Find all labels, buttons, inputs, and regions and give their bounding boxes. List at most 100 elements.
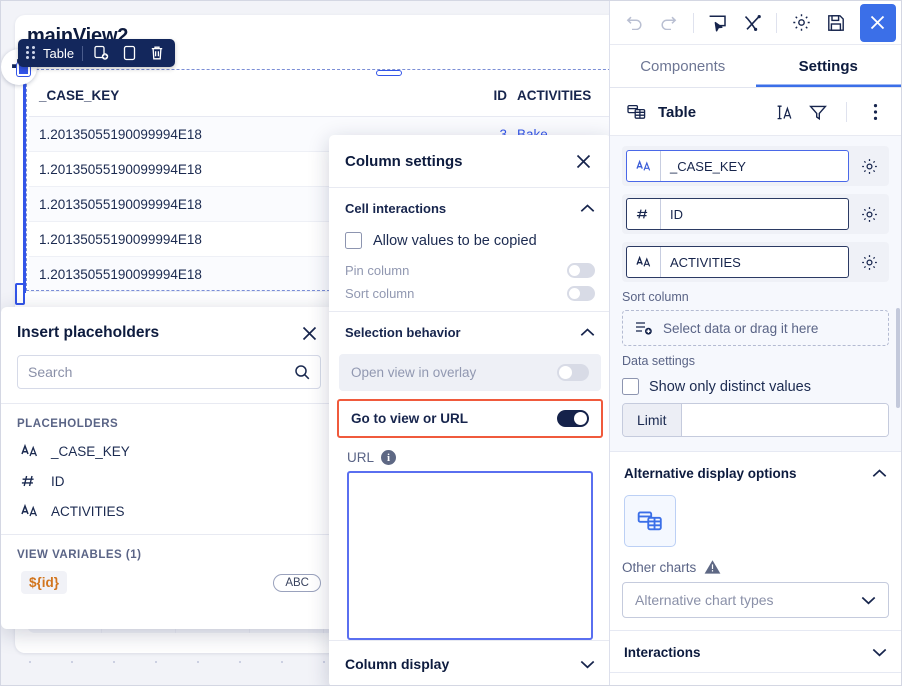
chart-type-table-tile[interactable] — [624, 495, 676, 547]
info-icon[interactable]: i — [381, 450, 397, 466]
close-icon[interactable] — [297, 321, 321, 345]
url-label-row: URL i — [329, 438, 611, 471]
column-display-section-header[interactable]: Column display — [329, 640, 611, 685]
cell-interactions-label: Cell interactions — [345, 201, 447, 216]
drag-handle-icon[interactable] — [26, 46, 35, 60]
open-view-overlay-row[interactable]: Open view in overlay — [339, 354, 601, 392]
placeholder-label: _CASE_KEY — [51, 443, 130, 459]
trash-icon[interactable] — [147, 43, 167, 63]
close-panel-button[interactable] — [859, 3, 896, 42]
column-input[interactable]: ID — [626, 198, 849, 230]
selection-behavior-section-header[interactable]: Selection behavior — [329, 312, 611, 350]
close-icon[interactable] — [571, 149, 595, 173]
other-charts-label: Other charts — [622, 559, 697, 575]
resize-handle-bottom-left[interactable] — [15, 283, 25, 305]
limit-input[interactable] — [681, 404, 888, 436]
filter-icon[interactable] — [806, 100, 830, 124]
redo-icon[interactable] — [652, 6, 684, 40]
gear-icon[interactable] — [853, 150, 885, 182]
preview-icon[interactable] — [702, 6, 734, 40]
interactions-header[interactable]: Interactions — [622, 631, 889, 672]
save-icon[interactable] — [820, 6, 852, 40]
tab-settings[interactable]: Settings — [756, 45, 902, 87]
resize-handle-top-middle[interactable] — [376, 70, 402, 76]
placeholder-item-activities[interactable]: ACTIVITIES — [1, 496, 337, 526]
sort-column-label: Sort column — [345, 286, 415, 302]
placeholder-item-id[interactable]: ID — [1, 466, 337, 496]
sort-column-row[interactable]: Sort column — [329, 282, 611, 305]
tab-components[interactable]: Components — [610, 45, 756, 87]
sort-column-toggle[interactable] — [567, 286, 595, 302]
interactions-section: Interactions — [610, 631, 901, 673]
table-header-case-key[interactable]: _CASE_KEY — [39, 88, 463, 103]
pin-column-label: Pin column — [345, 263, 410, 279]
right-settings-panel: Components Settings Table _CASE_KEY ID A… — [609, 1, 901, 685]
alternative-chart-types-select[interactable]: Alternative chart types — [622, 582, 889, 618]
alternative-display-header[interactable]: Alternative display options — [622, 452, 889, 493]
column-input[interactable]: _CASE_KEY — [626, 150, 849, 182]
chevron-down-icon[interactable] — [872, 648, 887, 657]
duplicate-icon[interactable] — [91, 43, 111, 63]
sort-column-dropzone[interactable]: Select data or drag it here — [622, 310, 889, 346]
search-input[interactable] — [28, 364, 288, 380]
view-variable-name[interactable]: ${id} — [21, 571, 68, 594]
placeholder-label: ACTIVITIES — [51, 503, 125, 519]
alternative-display-label: Alternative display options — [624, 466, 797, 481]
gear-icon[interactable] — [853, 246, 885, 278]
view-variable-row[interactable]: ${id} ABC — [1, 567, 337, 598]
column-input[interactable]: ACTIVITIES — [626, 246, 849, 278]
gear-icon[interactable] — [785, 6, 817, 40]
more-vertical-icon[interactable] — [863, 100, 887, 124]
column-field-activities[interactable]: ACTIVITIES — [622, 242, 889, 282]
shuffle-icon[interactable] — [736, 6, 768, 40]
style-section: Style — [610, 673, 901, 685]
style-header[interactable]: Style — [622, 673, 889, 685]
undo-icon[interactable] — [618, 6, 650, 40]
placeholders-header: Insert placeholders — [1, 307, 337, 353]
columns-section: _CASE_KEY ID ACTIVITIES Sort column Sele… — [610, 136, 901, 452]
url-input[interactable] — [347, 471, 593, 640]
allow-copy-label: Allow values to be copied — [373, 232, 537, 249]
chevron-down-icon[interactable] — [580, 660, 595, 669]
placeholder-item-case-key[interactable]: _CASE_KEY — [1, 436, 337, 466]
go-to-url-toggle[interactable] — [557, 410, 589, 428]
settings-scroll-area[interactable]: _CASE_KEY ID ACTIVITIES Sort column Sele… — [610, 136, 901, 685]
alternative-display-section: Alternative display options Other charts — [610, 452, 901, 631]
copy-icon[interactable] — [119, 43, 139, 63]
warning-icon[interactable] — [704, 559, 721, 575]
view-variable-type-badge: ABC — [273, 573, 321, 592]
text-type-icon — [21, 503, 39, 519]
text-format-icon[interactable] — [772, 100, 796, 124]
allow-copy-checkbox[interactable] — [345, 232, 362, 249]
chevron-up-icon[interactable] — [580, 328, 595, 337]
limit-field[interactable]: Limit — [622, 403, 889, 437]
table-header-id[interactable]: ID — [463, 88, 517, 103]
search-box[interactable] — [17, 355, 321, 389]
component-toolbar[interactable]: Table — [18, 39, 176, 67]
chevron-up-icon[interactable] — [872, 469, 887, 478]
panel-scrollbar[interactable] — [896, 308, 900, 408]
text-type-icon — [627, 247, 661, 277]
pin-column-row[interactable]: Pin column — [329, 259, 611, 282]
gear-icon[interactable] — [853, 198, 885, 230]
distinct-values-checkbox[interactable] — [622, 378, 639, 395]
go-to-url-row[interactable]: Go to view or URL — [337, 399, 603, 439]
distinct-values-row[interactable]: Show only distinct values — [622, 378, 889, 395]
pin-column-toggle[interactable] — [567, 263, 595, 279]
editor-toolbar — [610, 1, 901, 45]
column-field-case-key[interactable]: _CASE_KEY — [622, 146, 889, 186]
table-header-activities[interactable]: ACTIVITIES — [517, 88, 611, 103]
chevron-up-icon[interactable] — [580, 204, 595, 213]
chevron-down-icon[interactable] — [861, 596, 876, 605]
search-icon[interactable] — [294, 364, 310, 380]
cell-interactions-section-header[interactable]: Cell interactions — [329, 188, 611, 226]
sort-column-dropzone-label: Select data or drag it here — [663, 320, 819, 336]
component-toolbar-label: Table — [43, 45, 75, 61]
allow-copy-row[interactable]: Allow values to be copied — [329, 226, 611, 259]
other-charts-row: Other charts — [622, 559, 889, 575]
table-header-row: _CASE_KEY ID ACTIVITIES — [29, 75, 618, 117]
open-view-overlay-toggle[interactable] — [557, 364, 589, 382]
selection-left-bar — [23, 67, 26, 293]
component-row: Table — [610, 88, 901, 136]
column-field-id[interactable]: ID — [622, 194, 889, 234]
